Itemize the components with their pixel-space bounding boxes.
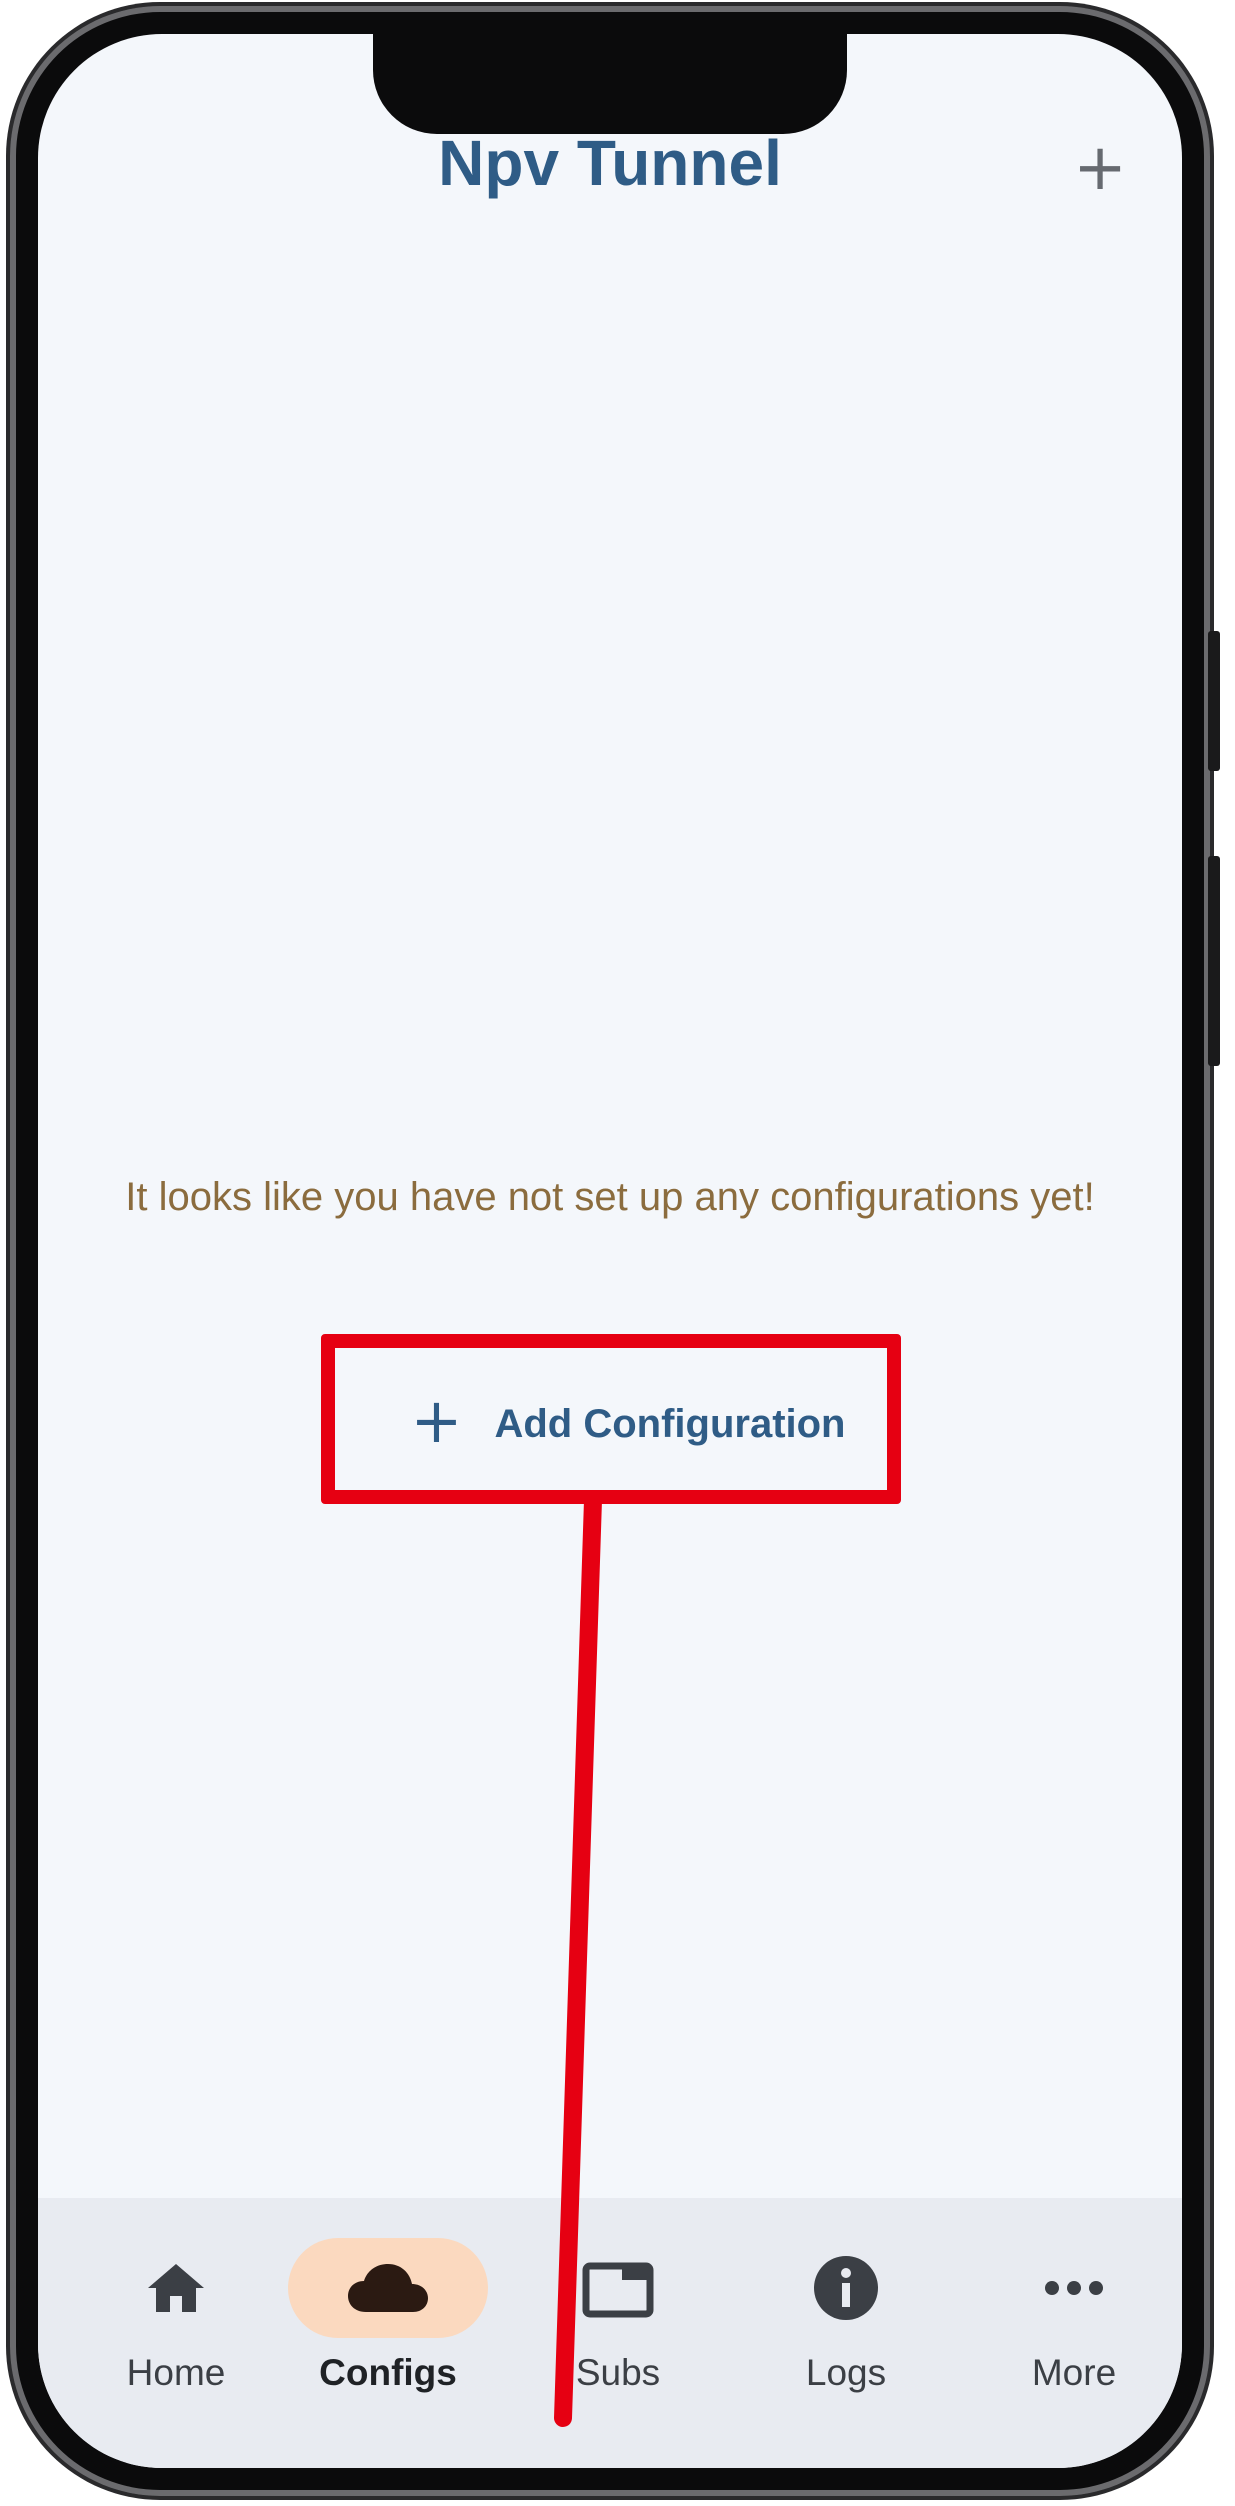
plus-icon: + [410,1384,463,1457]
header-add-button[interactable]: + [1068,136,1132,200]
nav-item-logs[interactable]: Logs [746,2238,946,2438]
phone-frame: Npv Tunnel + It looks like you have not … [10,6,1220,2496]
nav-item-more[interactable]: More [974,2238,1174,2438]
plus-icon: + [1073,131,1127,205]
nav-item-home[interactable]: Home [76,2238,276,2438]
add-configuration-button[interactable]: + Add Configuration [378,1374,878,1474]
nav-label-subs: Subs [575,2352,661,2393]
app-title: Npv Tunnel [438,127,782,199]
camera-notch [373,34,847,134]
nav-label-logs: Logs [805,2352,887,2393]
cloud-icon [348,2264,428,2312]
nav-label-more: More [1031,2352,1117,2393]
more-horizontal-icon [1045,2281,1103,2295]
home-icon [148,2264,204,2312]
app-screen: Npv Tunnel + It looks like you have not … [38,34,1182,2468]
add-configuration-label: Add Configuration [494,1401,846,1446]
info-icon [814,2256,878,2320]
nav-item-configs[interactable]: Configs [288,2238,488,2438]
nav-label-home: Home [126,2352,226,2393]
nav-label-configs: Configs [319,2352,457,2393]
nav-item-subs[interactable]: Subs [518,2238,718,2438]
empty-state-message: It looks like you have not set up any co… [125,1175,1095,1219]
volume-button [1208,631,1220,771]
power-button [1208,856,1220,1066]
subscriptions-icon [582,2262,654,2318]
bottom-navigation: Home Configs Subs Logs More [38,2198,1182,2468]
